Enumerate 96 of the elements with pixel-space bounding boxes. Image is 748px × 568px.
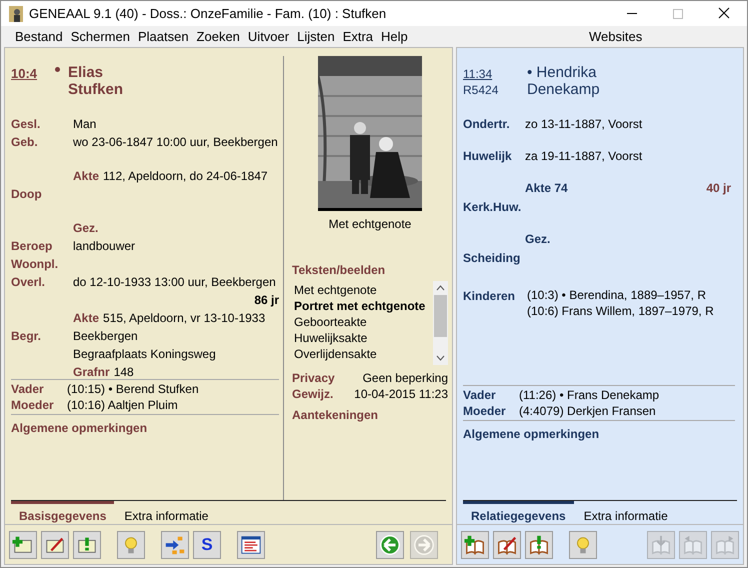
toolbar-button[interactable]	[493, 530, 521, 558]
fact-label: Beroep	[11, 238, 54, 255]
menu-item[interactable]: Plaatsen	[134, 26, 193, 46]
fact-value: wo 23-06-1847 10:00 uur, Beekbergen	[73, 134, 278, 151]
menu-item[interactable]: Extra	[338, 26, 378, 46]
fact-label: Akte 74	[525, 180, 568, 197]
tab[interactable]: Extra informatie	[576, 501, 676, 524]
toolbar-button[interactable]	[237, 530, 265, 558]
fact-value: 112, Apeldoorn, do 24-06-1847	[103, 168, 268, 185]
section-heading: Algemene opmerkingen	[11, 420, 148, 437]
person-last-name: Stufken	[68, 81, 124, 98]
person-first-name: Elias	[68, 64, 104, 81]
fact-label: Kinderen	[463, 288, 516, 305]
section-heading: Teksten/beelden	[292, 262, 386, 279]
book-left-icon	[682, 534, 704, 556]
list-item[interactable]: Met echtgenote	[294, 282, 433, 298]
scrollbar[interactable]	[433, 281, 448, 365]
fact-label: Gesl.	[11, 116, 42, 133]
warning-book-icon	[528, 534, 550, 556]
panel-title: Websites	[589, 28, 642, 46]
parent-label: Moeder	[11, 397, 55, 414]
list-item[interactable]: Portret met echtgenote	[294, 298, 433, 314]
menu-item[interactable]: Bestand	[11, 26, 67, 46]
fact-label: Gez.	[525, 231, 550, 248]
add-book-icon	[464, 534, 486, 556]
window-title: GENEAAL 9.1 (40) - Doss.: OnzeFamilie - Fam. (10) : Stufken	[29, 4, 386, 23]
partner-last-name: Denekamp	[527, 81, 600, 98]
partner-first-name: • Hendrika	[527, 64, 598, 81]
fact-label: Huwelijk	[463, 148, 513, 165]
fact-value: landbouwer	[73, 238, 136, 255]
fact-value: za 19-11-1887, Voorst	[525, 148, 642, 165]
fact-label: Akte	[73, 168, 100, 185]
child-link[interactable]: (10:6) Frans Willem, 1897–1979, R	[527, 303, 714, 319]
toolbar-button[interactable]	[376, 530, 404, 558]
fact-label: Overl.	[11, 274, 46, 291]
menu-item[interactable]: Zoeken	[192, 26, 244, 46]
toolbar-button[interactable]	[73, 530, 101, 558]
toolbar-button[interactable]: S	[193, 530, 221, 558]
tab[interactable]: Relatiegegevens	[463, 501, 574, 524]
fact-label: Gez.	[73, 220, 98, 237]
list-item[interactable]: Huwelijksakte	[294, 330, 433, 346]
fact-value: zo 13-11-1887, Voorst	[525, 116, 642, 133]
fact-label: Kerk.Huw.	[463, 199, 522, 216]
person-id-link[interactable]: 10:4	[11, 64, 51, 98]
menu-item[interactable]: Help	[377, 26, 412, 46]
parent-link[interactable]: (10:15) • Berend Stufken	[67, 380, 199, 398]
partner-id-link[interactable]: 11:34	[463, 66, 527, 82]
fact-value: do 12-10-1933 13:00 uur, Beekbergen	[73, 274, 276, 291]
fact-label: Grafnr	[73, 364, 110, 381]
field-label: Privacy	[292, 370, 335, 385]
tab[interactable]: Basisgegevens	[11, 501, 114, 524]
app-icon	[9, 6, 23, 22]
fact-value: 515, Apeldoorn, vr 13-10-1933	[103, 310, 266, 327]
letter-icon: S	[201, 536, 213, 553]
field-value: Geen beperking	[362, 370, 448, 385]
fact-label: Scheiding	[463, 250, 522, 267]
age-text: 86 jr	[254, 292, 279, 309]
parent-label: Vader	[463, 387, 497, 404]
toolbar-button[interactable]	[161, 530, 189, 558]
fact-label: Akte	[73, 310, 100, 327]
list-item[interactable]: Geboorteakte	[294, 314, 433, 330]
bullet-icon	[55, 67, 60, 72]
fact-value: Beekbergen	[73, 328, 138, 345]
partner-ref: R5424	[463, 82, 500, 98]
fact-label: Doop	[11, 186, 43, 203]
toolbar-button[interactable]	[461, 530, 489, 558]
fact-value: Man	[73, 116, 96, 133]
section-heading: Aantekeningen	[292, 407, 380, 424]
book-down-icon	[650, 534, 672, 556]
toolbar-button[interactable]	[41, 530, 69, 558]
list-icon	[240, 534, 262, 556]
fact-value: 148	[114, 364, 134, 381]
list-item[interactable]: Overlijdensakte	[294, 346, 433, 362]
fact-label: Geb.	[11, 134, 39, 151]
child-link[interactable]: (10:3) • Berendina, 1889–1957, R	[527, 287, 714, 303]
parent-link[interactable]: (4:4079) Derkjen Fransen	[519, 402, 656, 420]
toolbar-button[interactable]	[9, 530, 37, 558]
fact-label: Woonpl.	[11, 256, 60, 273]
age-text: 40 jr	[706, 180, 732, 197]
parent-link[interactable]: (10:16) Aaltjen Pluim	[67, 396, 178, 414]
menu-item[interactable]: Lijsten	[293, 26, 339, 46]
field-value: 10-04-2015 11:23	[354, 386, 448, 401]
tab[interactable]: Extra informatie	[116, 501, 216, 524]
parent-label: Vader	[11, 381, 45, 398]
fact-label: Ondertr.	[463, 116, 511, 133]
menu-item[interactable]: Uitvoer	[244, 26, 294, 46]
book-right-icon	[714, 534, 736, 556]
photo-caption: Met echtgenote	[328, 216, 412, 233]
fact-label: Begr.	[11, 328, 42, 345]
field-label: Gewijz.	[292, 386, 334, 401]
fact-value: Begraafplaats Koningsweg	[73, 346, 216, 363]
menu-item[interactable]: Schermen	[66, 26, 134, 46]
section-heading: Algemene opmerkingen	[463, 426, 600, 443]
parent-link[interactable]: (11:26) • Frans Denekamp	[519, 386, 660, 404]
toolbar-button[interactable]	[525, 530, 553, 558]
parent-label: Moeder	[463, 403, 507, 420]
